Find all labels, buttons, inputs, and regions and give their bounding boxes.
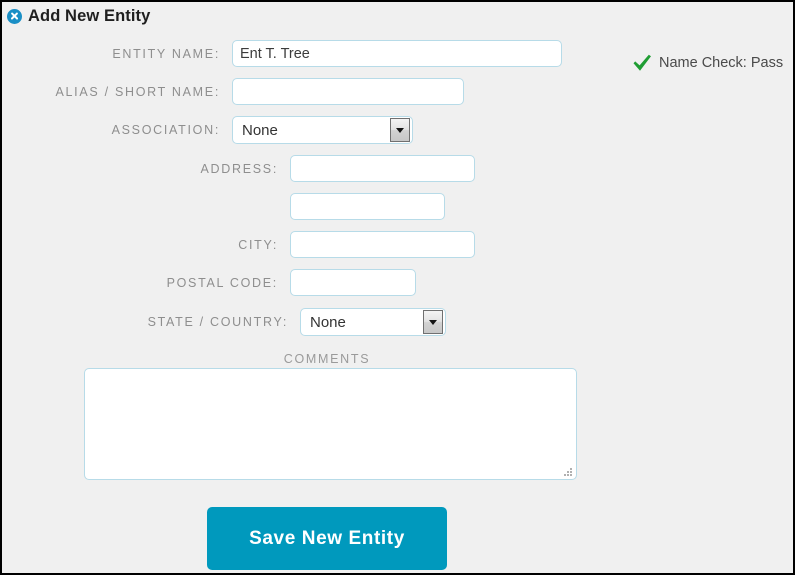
- state-country-label: State / Country:: [147, 315, 288, 329]
- form-row-alias: Alias / Short Name:: [50, 78, 464, 105]
- postal-code-label: Postal Code:: [166, 275, 278, 290]
- alias-input[interactable]: [232, 78, 464, 105]
- comments-textarea[interactable]: [84, 368, 577, 480]
- form-row-address2: [290, 193, 445, 220]
- address-line2-input[interactable]: [290, 193, 445, 220]
- entity-name-input[interactable]: [232, 40, 562, 67]
- form-row-entity-name: Entity Name:: [106, 40, 562, 67]
- add-new-entity-panel: Add New Entity Name Check: Pass Entity N…: [0, 0, 795, 575]
- state-country-selected-value: None: [310, 313, 346, 331]
- comments-label: Comments: [283, 352, 371, 366]
- association-selected-value: None: [242, 121, 278, 139]
- chevron-down-icon[interactable]: [423, 310, 443, 334]
- name-check-label: Name Check: Pass: [659, 55, 784, 71]
- state-country-select[interactable]: None: [300, 308, 446, 336]
- postal-code-input[interactable]: [290, 269, 416, 296]
- form-row-association: Association: None: [104, 116, 413, 144]
- form-row-address1: Address:: [195, 155, 475, 182]
- form-row-city: City:: [232, 231, 475, 258]
- form-row-state-country: State / Country: None: [133, 308, 446, 336]
- city-input[interactable]: [290, 231, 475, 258]
- name-check-status: Name Check: Pass: [632, 54, 783, 72]
- address-line1-input[interactable]: [290, 155, 475, 182]
- close-circle-icon[interactable]: [7, 8, 22, 24]
- address-label: Address:: [200, 161, 278, 176]
- chevron-down-icon[interactable]: [390, 118, 410, 142]
- save-new-entity-button[interactable]: Save New Entity: [207, 507, 447, 570]
- page-title: Add New Entity: [28, 6, 151, 25]
- association-label: Association:: [111, 123, 220, 137]
- entity-name-label: Entity Name:: [112, 46, 220, 61]
- form-row-postal-code: Postal Code:: [163, 269, 416, 296]
- association-select[interactable]: None: [232, 116, 413, 144]
- green-check-icon: [633, 54, 651, 71]
- alias-label: Alias / Short Name:: [55, 84, 220, 99]
- panel-header: Add New Entity: [7, 5, 150, 27]
- city-label: City:: [238, 237, 278, 252]
